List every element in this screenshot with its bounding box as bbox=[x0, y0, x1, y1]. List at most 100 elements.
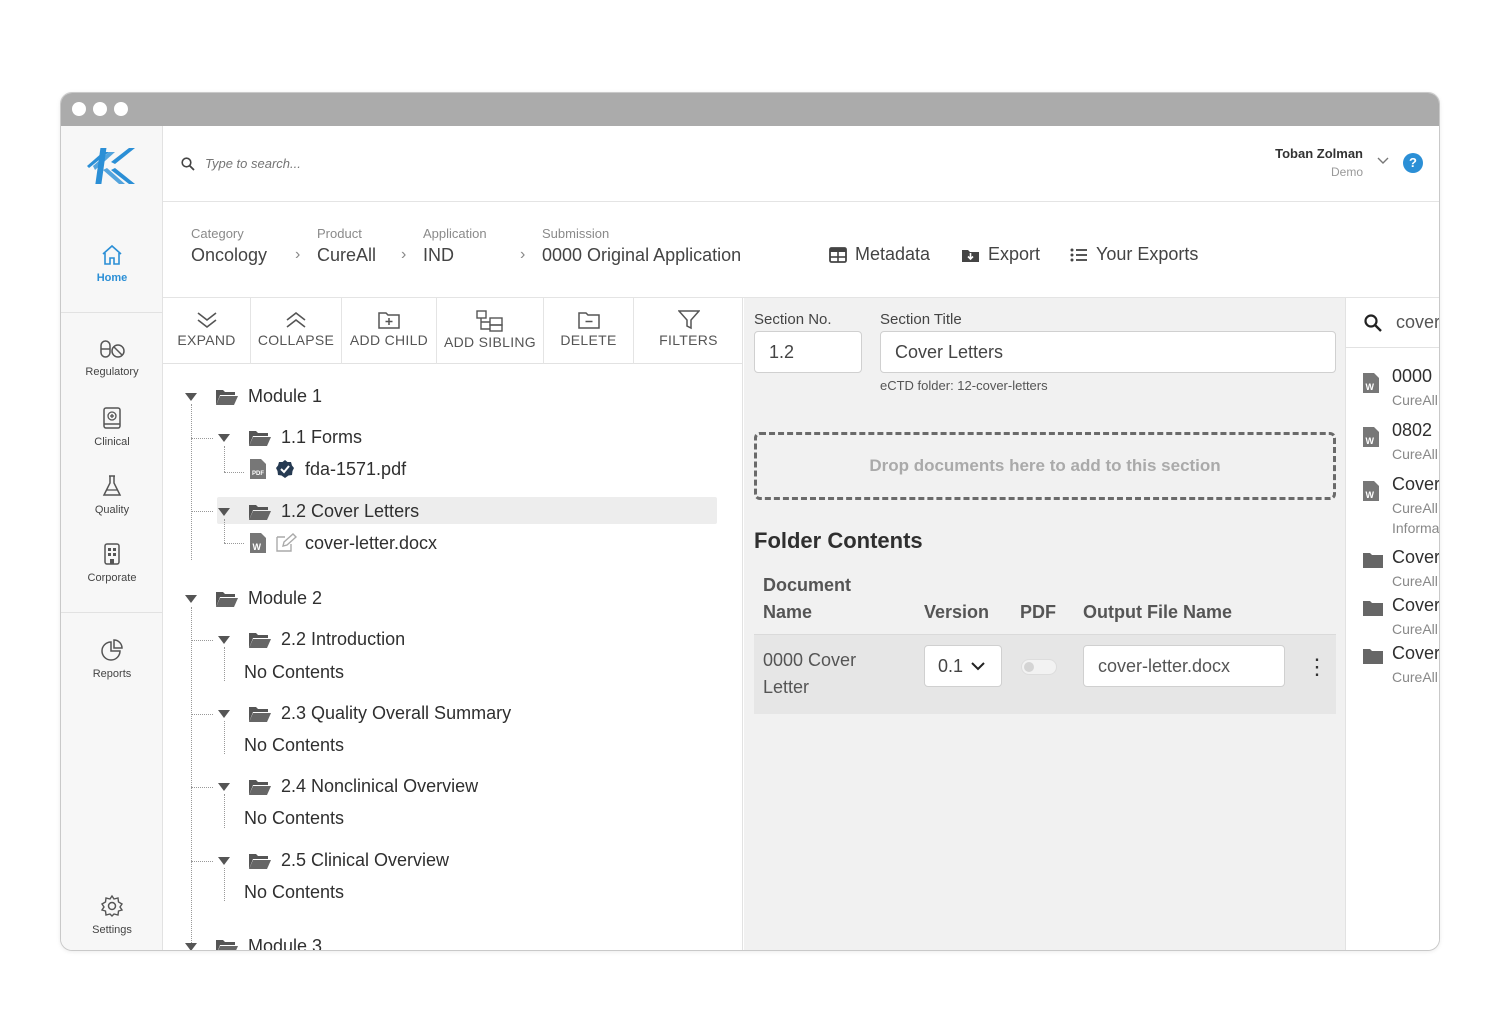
tree-guide bbox=[224, 794, 225, 828]
document-dropzone[interactable]: Drop documents here to add to this secti… bbox=[754, 432, 1336, 500]
export-icon bbox=[962, 249, 979, 262]
caret-down-icon[interactable] bbox=[218, 635, 230, 644]
tree-guide bbox=[224, 446, 225, 472]
medical-book-icon bbox=[103, 407, 121, 429]
tree-node-module-2[interactable]: Module 2 bbox=[185, 588, 322, 609]
tree-node-module-1[interactable]: Module 1 bbox=[185, 386, 322, 407]
no-contents-text: No Contents bbox=[244, 735, 345, 755]
top-bar: Toban Zolman Demo ? bbox=[163, 126, 1439, 202]
tree-node-clinical-overview[interactable]: 2.5 Clinical Overview bbox=[218, 850, 449, 871]
add-sibling-button[interactable]: ADD SIBLING bbox=[437, 298, 544, 364]
section-tree: Module 1 1.1 Forms PDF fda-1571.pdf 1.2 … bbox=[163, 364, 743, 951]
metadata-button[interactable]: Metadata bbox=[829, 244, 930, 265]
search-input[interactable] bbox=[205, 156, 505, 171]
user-menu[interactable]: Toban Zolman Demo bbox=[1275, 146, 1363, 179]
tree-node-nonclinical-overview[interactable]: 2.4 Nonclinical Overview bbox=[218, 776, 478, 797]
nav-home-label: Home bbox=[96, 272, 128, 284]
section-title-input[interactable] bbox=[880, 331, 1336, 373]
nav-quality[interactable]: Quality bbox=[61, 474, 163, 516]
chevron-down-icon bbox=[971, 662, 985, 671]
folder-contents-heading: Folder Contents bbox=[754, 528, 923, 553]
caret-down-icon[interactable] bbox=[185, 942, 197, 950]
column-header-document-name[interactable]: Document Name bbox=[763, 572, 851, 626]
caret-down-icon[interactable] bbox=[218, 433, 230, 442]
tree-node-label: Module 3 bbox=[248, 936, 323, 951]
nav-home[interactable]: Home bbox=[61, 244, 163, 284]
result-subtitle: Informa bbox=[1392, 520, 1440, 536]
tree-file-cover-letter[interactable]: W cover-letter.docx bbox=[249, 532, 437, 554]
breadcrumb-label: Category bbox=[191, 226, 244, 241]
results-search[interactable]: cover bbox=[1346, 298, 1439, 348]
result-title: 0000 bbox=[1392, 366, 1433, 386]
help-icon[interactable]: ? bbox=[1403, 153, 1423, 173]
tree-guide bbox=[191, 861, 213, 862]
tree-node-cover-letters[interactable]: 1.2 Cover Letters bbox=[218, 501, 419, 522]
caret-down-icon[interactable] bbox=[218, 856, 230, 865]
section-no-input[interactable] bbox=[754, 331, 862, 373]
chevron-right-icon: › bbox=[295, 246, 301, 263]
pie-chart-icon bbox=[101, 639, 123, 661]
breadcrumb-value: IND bbox=[423, 245, 454, 265]
list-icon bbox=[1070, 248, 1087, 261]
expand-label: EXPAND bbox=[177, 332, 236, 348]
caret-down-icon[interactable] bbox=[185, 392, 197, 401]
flask-icon bbox=[102, 475, 122, 496]
caret-down-icon[interactable] bbox=[218, 507, 230, 516]
version-select[interactable]: 0.1 bbox=[924, 645, 1002, 687]
tree-node-introduction[interactable]: 2.2 Introduction bbox=[218, 629, 405, 650]
breadcrumb-submission[interactable]: Submission 0000 Original Application bbox=[542, 226, 741, 266]
app-logo bbox=[87, 148, 135, 184]
window-minimize-dot[interactable] bbox=[93, 102, 107, 116]
tree-node-label: Module 1 bbox=[248, 386, 323, 406]
column-header-output-file-name[interactable]: Output File Name bbox=[1083, 599, 1232, 626]
breadcrumb-category[interactable]: Category Oncology bbox=[191, 226, 267, 266]
export-button[interactable]: Export bbox=[961, 244, 1040, 265]
row-menu-icon[interactable]: ⋮ bbox=[1306, 653, 1328, 681]
nav-settings[interactable]: Settings bbox=[61, 894, 163, 936]
tree-node-label: 1.2 Cover Letters bbox=[281, 501, 420, 521]
nav-clinical[interactable]: Clinical bbox=[61, 406, 163, 448]
add-child-button[interactable]: ADD CHILD bbox=[342, 298, 437, 364]
folder-open-icon bbox=[216, 389, 238, 405]
breadcrumb-application[interactable]: Application IND bbox=[423, 226, 487, 266]
window-close-dot[interactable] bbox=[72, 102, 86, 116]
collapse-button[interactable]: COLLAPSE bbox=[251, 298, 342, 364]
ectd-folder-text: eCTD folder: 12-cover-letters bbox=[880, 378, 1048, 393]
folder-plus-icon bbox=[378, 312, 400, 329]
building-icon bbox=[104, 543, 120, 565]
folder-open-icon bbox=[216, 939, 238, 950]
nav-quality-label: Quality bbox=[94, 504, 130, 516]
tree-node-module-3[interactable]: Module 3 bbox=[185, 936, 323, 951]
svg-text:W: W bbox=[1366, 436, 1375, 446]
caret-down-icon[interactable] bbox=[218, 709, 230, 718]
edit-icon[interactable] bbox=[275, 533, 297, 553]
tree-node-forms[interactable]: 1.1 Forms bbox=[218, 427, 362, 448]
folder-open-icon bbox=[249, 504, 271, 520]
table-row[interactable]: 0000 Cover Letter 0.1 cover-letter.docx … bbox=[754, 634, 1336, 714]
tree-guide bbox=[224, 519, 225, 543]
tree-file-fda-1571[interactable]: PDF fda-1571.pdf bbox=[249, 458, 406, 480]
your-exports-button[interactable]: Your Exports bbox=[1070, 244, 1198, 265]
tree-node-quality-overall-summary[interactable]: 2.3 Quality Overall Summary bbox=[218, 703, 511, 724]
column-header-pdf[interactable]: PDF bbox=[1020, 599, 1056, 626]
nav-reports[interactable]: Reports bbox=[61, 638, 163, 680]
expand-button[interactable]: EXPAND bbox=[163, 298, 251, 364]
pdf-toggle[interactable] bbox=[1021, 659, 1057, 675]
nav-regulatory[interactable]: Regulatory bbox=[61, 338, 163, 378]
breadcrumb-label: Application bbox=[423, 226, 487, 241]
output-file-name-field[interactable]: cover-letter.docx bbox=[1083, 645, 1285, 687]
caret-down-icon[interactable] bbox=[218, 782, 230, 791]
filters-button[interactable]: FILTERS bbox=[634, 298, 743, 364]
nav-corporate[interactable]: Corporate bbox=[61, 542, 163, 584]
caret-down-icon[interactable] bbox=[185, 594, 197, 603]
breadcrumb-value: CureAll bbox=[317, 245, 377, 265]
breadcrumb-label: Submission bbox=[542, 226, 610, 241]
chevron-down-icon[interactable] bbox=[1377, 157, 1389, 165]
breadcrumb-product[interactable]: Product CureAll bbox=[317, 226, 376, 266]
column-header-version[interactable]: Version bbox=[924, 599, 989, 626]
tree-guide bbox=[191, 640, 213, 641]
result-subtitle: CureAll bbox=[1392, 669, 1438, 685]
window-zoom-dot[interactable] bbox=[114, 102, 128, 116]
document-name-text: 0000 Cover bbox=[763, 650, 857, 670]
delete-button[interactable]: DELETE bbox=[544, 298, 634, 364]
